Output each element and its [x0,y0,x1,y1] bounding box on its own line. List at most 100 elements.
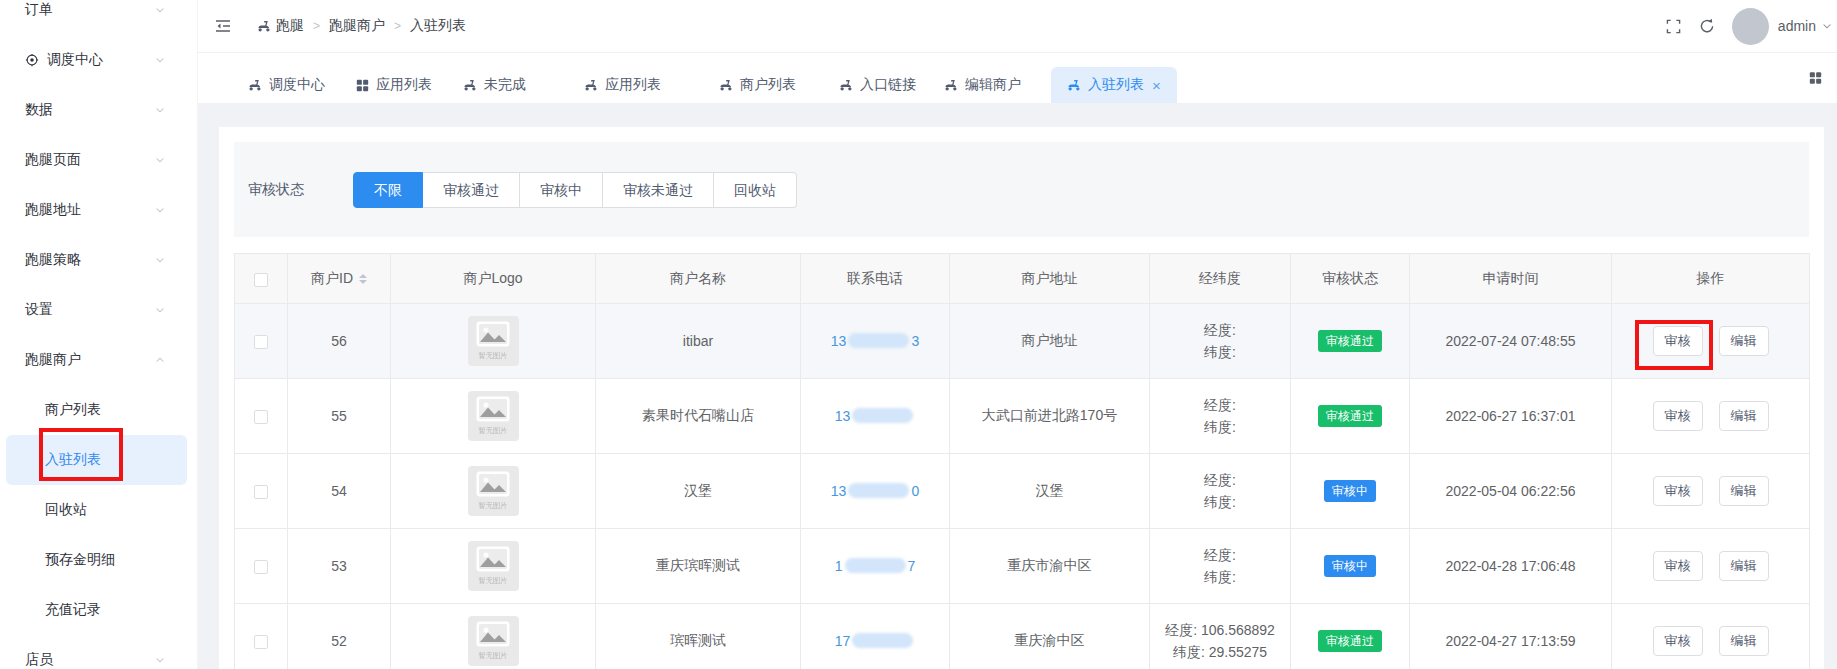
audit-button[interactable]: 审核 [1653,326,1703,356]
cell-phone: 17 [801,529,950,604]
cell-actions: 审核编辑 [1612,454,1810,529]
filter-option-回收站[interactable]: 回收站 [714,172,797,208]
sidebar-item-label: 回收站 [45,501,87,519]
breadcrumb: 跑腿>跑腿商户>入驻列表 [257,17,466,35]
cell-actions: 审核编辑 [1612,304,1810,379]
user-menu[interactable]: admin [1778,18,1833,34]
sidebar-item-label: 充值记录 [45,601,101,619]
cell-logo: 暂无图片 [391,604,596,669]
edit-button[interactable]: 编辑 [1719,626,1769,656]
col-header: 申请时间 [1410,254,1612,304]
status-badge: 审核通过 [1318,330,1382,352]
close-icon[interactable]: × [1152,78,1161,93]
sidebar-item-7[interactable]: 设置 [0,285,197,335]
navbar: 跑腿>跑腿商户>入驻列表 admin [198,0,1837,53]
cell-select [235,604,288,669]
sidebar-item-3[interactable]: 数据 [0,85,197,135]
sidebar-item-12[interactable]: 预存金明细 [0,535,197,585]
edit-button[interactable]: 编辑 [1719,326,1769,356]
filter-option-审核中[interactable]: 审核中 [520,172,603,208]
row-checkbox[interactable] [254,635,268,649]
tab-label: 应用列表 [605,76,661,94]
edit-button[interactable]: 编辑 [1719,551,1769,581]
tab-未完成[interactable]: 未完成 [463,67,526,103]
table-row: 55暂无图片素果时代石嘴山店13大武口前进北路170号经度:纬度:审核通过202… [235,379,1810,454]
sidebar-item-8[interactable]: 跑腿商户 [0,335,197,385]
sidebar-item-14[interactable]: 店员 [0,635,197,669]
breadcrumb-item[interactable]: 跑腿商户 [329,17,385,35]
cell-phone: 17 [801,604,950,669]
cell-phone: 130 [801,454,950,529]
tab-应用列表[interactable]: 应用列表 [584,67,661,103]
filter-option-审核通过[interactable]: 审核通过 [423,172,520,208]
sidebar-item-11[interactable]: 回收站 [0,485,197,535]
tab-编辑商户[interactable]: 编辑商户 [944,67,1021,103]
cell-actions: 审核编辑 [1612,379,1810,454]
sidebar-item-label: 店员 [25,651,53,669]
row-checkbox[interactable] [254,485,268,499]
cell-logo: 暂无图片 [391,379,596,454]
sidebar-item-13[interactable]: 充值记录 [0,585,197,635]
sidebar-item-6[interactable]: 跑腿策略 [0,235,197,285]
sidebar-item-label: 跑腿策略 [25,251,81,269]
card: 审核状态 不限审核通过审核中审核未通过回收站 商户ID商户Logo商户名称联系电… [219,127,1824,669]
audit-button[interactable]: 审核 [1653,626,1703,656]
cell-time: 2022-04-28 17:06:48 [1410,529,1612,604]
select-all-checkbox[interactable] [254,273,268,287]
tab-商户列表[interactable]: 商户列表 [719,67,796,103]
sort-icon[interactable] [359,270,367,288]
breadcrumb-separator: > [313,19,320,33]
cell-lnglat: 经度:纬度: [1150,379,1291,454]
cell-merchant-id: 54 [288,454,391,529]
breadcrumb-item[interactable]: 入驻列表 [410,17,466,35]
tab-label: 商户列表 [740,76,796,94]
cell-logo: 暂无图片 [391,529,596,604]
cell-actions: 审核编辑 [1612,529,1810,604]
cell-status: 审核中 [1291,529,1410,604]
content: 审核状态 不限审核通过审核中审核未通过回收站 商户ID商户Logo商户名称联系电… [198,103,1837,669]
sidebar-item-label: 订单 [25,1,53,19]
scooter-icon [584,78,598,92]
tab-应用列表[interactable]: 应用列表 [356,67,432,103]
scooter-icon [839,78,853,92]
edit-button[interactable]: 编辑 [1719,401,1769,431]
redacted-phone [852,408,913,423]
filter-option-审核未通过[interactable]: 审核未通过 [603,172,714,208]
scooter-icon [248,78,262,92]
tab-options-icon[interactable] [1809,72,1822,85]
chevron-down-icon [154,104,166,116]
row-checkbox[interactable] [254,560,268,574]
cell-time: 2022-06-27 16:37:01 [1410,379,1612,454]
audit-button[interactable]: 审核 [1653,476,1703,506]
audit-button[interactable]: 审核 [1653,551,1703,581]
sidebar-item-1[interactable]: 订单 [0,0,197,35]
table-row: 53暂无图片重庆瑸晖测试17重庆市渝中区经度:纬度:审核中2022-04-28 … [235,529,1810,604]
sidebar-item-2[interactable]: 调度中心 [0,35,197,85]
cell-time: 2022-05-04 06:22:56 [1410,454,1612,529]
cell-time: 2022-07-24 07:48:55 [1410,304,1612,379]
row-checkbox[interactable] [254,335,268,349]
tab-入驻列表[interactable]: 入驻列表× [1051,67,1177,103]
tab-入口链接[interactable]: 入口链接 [839,67,916,103]
tab-bar: 调度中心应用列表未完成应用列表商户列表入口链接编辑商户入驻列表× [198,53,1837,103]
tab-调度中心[interactable]: 调度中心 [248,67,325,103]
cell-merchant-id: 52 [288,604,391,669]
audit-button[interactable]: 审核 [1653,401,1703,431]
avatar[interactable] [1732,8,1769,45]
collapse-sidebar-icon[interactable] [213,16,233,36]
sidebar-item-5[interactable]: 跑腿地址 [0,185,197,235]
sidebar-item-9[interactable]: 商户列表 [0,385,197,435]
chevron-down-icon [1821,20,1833,32]
col-select-all [235,254,288,304]
cell-select [235,379,288,454]
refresh-icon[interactable] [1699,18,1715,34]
main-area: 跑腿>跑腿商户>入驻列表 admin 调度中心应用列表未完成应用列表商户列表入口… [198,0,1837,669]
sidebar-item-4[interactable]: 跑腿页面 [0,135,197,185]
row-checkbox[interactable] [254,410,268,424]
redacted-phone [848,483,909,498]
filter-option-不限[interactable]: 不限 [353,172,423,208]
breadcrumb-item[interactable]: 跑腿 [276,17,304,35]
fullscreen-icon[interactable] [1666,19,1681,34]
edit-button[interactable]: 编辑 [1719,476,1769,506]
sidebar-item-10[interactable]: 入驻列表 [6,435,187,485]
